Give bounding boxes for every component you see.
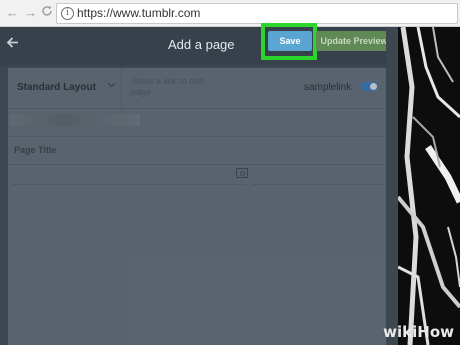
browser-toolbar: ← → i https://www.tumblr.com: [0, 0, 460, 27]
blog-preview: [398, 27, 460, 345]
forward-button[interactable]: →: [24, 5, 37, 21]
wikihow-watermark: wikiHow: [383, 323, 454, 341]
page-form-panel: Standard Layout Show a link to this page…: [8, 68, 386, 345]
info-icon[interactable]: i: [61, 7, 74, 20]
address-bar[interactable]: i https://www.tumblr.com: [56, 3, 458, 24]
page-title: Add a page: [168, 37, 235, 52]
preview-artwork: [398, 27, 460, 345]
watermark-how: How: [417, 323, 454, 341]
reload-icon[interactable]: [41, 5, 53, 21]
back-arrow-icon[interactable]: [6, 33, 19, 54]
update-preview-button[interactable]: Update Preview: [316, 31, 392, 51]
panel-overlay: [8, 68, 386, 345]
back-button[interactable]: ←: [6, 5, 19, 21]
save-button[interactable]: Save: [268, 31, 312, 51]
scrollbar-track[interactable]: [386, 27, 398, 345]
url-text: https://www.tumblr.com: [77, 6, 201, 20]
watermark-wiki: wiki: [383, 323, 418, 341]
